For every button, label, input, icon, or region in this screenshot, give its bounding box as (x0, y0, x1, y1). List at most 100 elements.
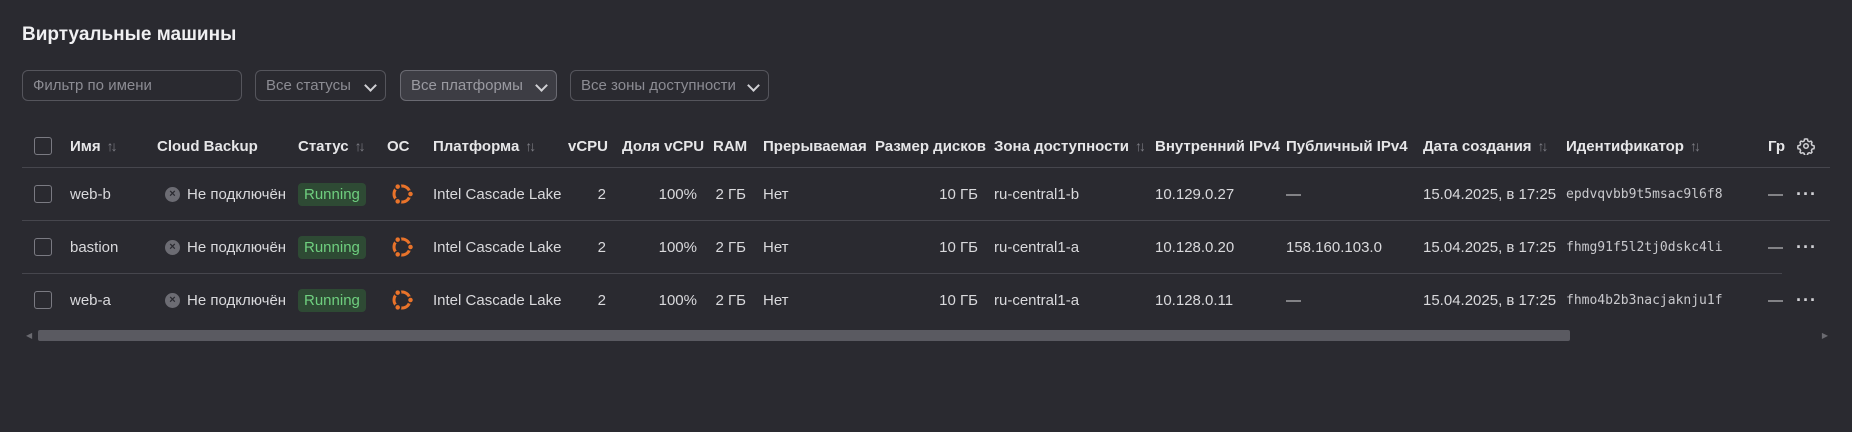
group-cell: — (1768, 185, 1783, 203)
cpu-share-cell: 100% (658, 185, 697, 203)
column-header-name[interactable]: Имя ↑↓ (70, 124, 118, 168)
name-filter-placeholder: Фильтр по имени (33, 77, 152, 94)
status-filter-select[interactable]: Все статусы (255, 70, 386, 101)
row-checkbox[interactable] (34, 274, 52, 326)
cpu-share-cell: 100% (658, 291, 697, 309)
disk-size-cell: 10 ГБ (939, 238, 978, 256)
preemptible-cell: Нет (763, 185, 789, 203)
vcpu-cell: 2 (597, 185, 606, 203)
vm-name-link[interactable]: web-a (70, 274, 111, 326)
sort-icon[interactable]: ↑↓ (107, 138, 118, 154)
zone-cell: ru-central1-b (994, 185, 1080, 203)
public-ip-cell: 158.160.103.0 (1286, 238, 1382, 256)
ram-cell: 2 ГБ (715, 185, 746, 203)
more-icon[interactable]: ··· (1796, 168, 1817, 220)
disk-size-cell: 10 ГБ (939, 185, 978, 203)
zone-cell: ru-central1-a (994, 291, 1080, 309)
status-badge: Running (298, 274, 366, 326)
platform-filter-select[interactable]: Все платформы (400, 70, 557, 101)
gear-icon[interactable] (1797, 124, 1815, 168)
status-badge: Running (298, 168, 366, 220)
sort-icon[interactable]: ↑↓ (1690, 138, 1701, 154)
platform-cell: Intel Cascade Lake (433, 185, 562, 203)
column-header-vcpu: vCPU (568, 137, 609, 155)
group-cell: — (1768, 291, 1783, 309)
table-row[interactable]: bastion × Не подключён Running Intel Cascade… (0, 221, 1852, 273)
chevron-down-icon (365, 81, 375, 91)
chevron-down-icon (748, 81, 758, 91)
column-header-cpu-share: Доля vCPU (622, 137, 705, 155)
x-circle-icon: × (165, 186, 180, 202)
internal-ip-cell: 10.128.0.20 (1155, 238, 1235, 256)
more-icon[interactable]: ··· (1796, 221, 1817, 273)
column-header-created[interactable]: Дата создания ↑↓ (1423, 124, 1549, 168)
ubuntu-icon (389, 221, 415, 273)
created-cell: 15.04.2025, в 17:25 (1423, 185, 1557, 203)
column-header-id[interactable]: Идентификатор ↑↓ (1566, 124, 1701, 168)
column-header-platform[interactable]: Платформа ↑↓ (433, 124, 536, 168)
cpu-share-cell: 100% (658, 238, 697, 256)
more-icon[interactable]: ··· (1796, 274, 1817, 326)
vm-name-link[interactable]: bastion (70, 221, 118, 273)
column-header-ram: RAM (713, 137, 748, 155)
row-checkbox[interactable] (34, 168, 52, 220)
x-circle-icon: × (165, 292, 180, 308)
vm-id-cell: epdvqvbb9t5msac9l6f8 (1566, 186, 1723, 202)
scroll-left-icon[interactable]: ◀ (26, 331, 32, 340)
ubuntu-icon (389, 168, 415, 220)
vm-id-cell: fhmg91f5l2tj0dskc4li (1566, 239, 1723, 255)
platform-cell: Intel Cascade Lake (433, 238, 562, 256)
chevron-down-icon (536, 81, 546, 91)
sort-icon[interactable]: ↑↓ (525, 138, 536, 154)
platform-filter-value: Все платформы (411, 77, 523, 94)
created-cell: 15.04.2025, в 17:25 (1423, 238, 1557, 256)
ram-cell: 2 ГБ (715, 238, 746, 256)
select-all-checkbox[interactable] (34, 124, 52, 168)
preemptible-cell: Нет (763, 291, 789, 309)
preemptible-cell: Нет (763, 238, 789, 256)
column-header-preemptible: Прерываемая (763, 137, 867, 155)
x-circle-icon: × (165, 239, 180, 255)
horizontal-scrollbar[interactable]: ◀ ▶ (22, 329, 1832, 341)
table-header: Имя ↑↓ Cloud Backup Статус ↑↓ ОС Платформа… (0, 124, 1852, 168)
zone-filter-value: Все зоны доступности (581, 77, 736, 94)
sort-icon[interactable]: ↑↓ (1538, 138, 1549, 154)
sort-icon[interactable]: ↑↓ (1135, 138, 1146, 154)
page-title: Виртуальные машины (22, 24, 237, 45)
platform-cell: Intel Cascade Lake (433, 291, 562, 309)
column-header-backup: Cloud Backup (157, 137, 258, 155)
scroll-right-icon[interactable]: ▶ (1822, 331, 1828, 340)
ram-cell: 2 ГБ (715, 291, 746, 309)
column-header-status[interactable]: Статус ↑↓ (298, 124, 366, 168)
public-ip-cell: — (1286, 291, 1301, 309)
vm-name-link[interactable]: web-b (70, 168, 111, 220)
table-row[interactable]: web-b × Не подключён Running Intel Cascade L… (0, 168, 1852, 220)
internal-ip-cell: 10.128.0.11 (1155, 291, 1234, 309)
status-badge: Running (298, 221, 366, 273)
vm-id-cell: fhmo4b2b3nacjaknju1f (1566, 292, 1723, 308)
row-checkbox[interactable] (34, 221, 52, 273)
column-header-os: ОС (387, 137, 410, 155)
column-header-disk-size: Размер дисков (875, 137, 986, 155)
group-cell: — (1768, 238, 1783, 256)
backup-status: × Не подключён (165, 168, 286, 220)
status-filter-value: Все статусы (266, 77, 351, 94)
created-cell: 15.04.2025, в 17:25 (1423, 291, 1557, 309)
sort-icon[interactable]: ↑↓ (355, 138, 366, 154)
scrollbar-thumb[interactable] (38, 330, 1570, 341)
backup-status: × Не подключён (165, 274, 286, 326)
column-header-group: Гр (1768, 137, 1786, 155)
column-header-zone[interactable]: Зона доступности ↑↓ (994, 124, 1146, 168)
zone-cell: ru-central1-a (994, 238, 1080, 256)
ubuntu-icon (389, 274, 415, 326)
name-filter-input[interactable]: Фильтр по имени (22, 70, 242, 101)
column-header-public-ip: Публичный IPv4 (1286, 137, 1408, 155)
column-header-internal-ip: Внутренний IPv4 (1155, 137, 1280, 155)
vcpu-cell: 2 (597, 291, 606, 309)
backup-status: × Не подключён (165, 221, 286, 273)
disk-size-cell: 10 ГБ (939, 291, 978, 309)
internal-ip-cell: 10.129.0.27 (1155, 185, 1235, 203)
table-row[interactable]: web-a × Не подключён Running Intel Cascade L… (0, 274, 1852, 326)
public-ip-cell: — (1286, 185, 1301, 203)
zone-filter-select[interactable]: Все зоны доступности (570, 70, 769, 101)
